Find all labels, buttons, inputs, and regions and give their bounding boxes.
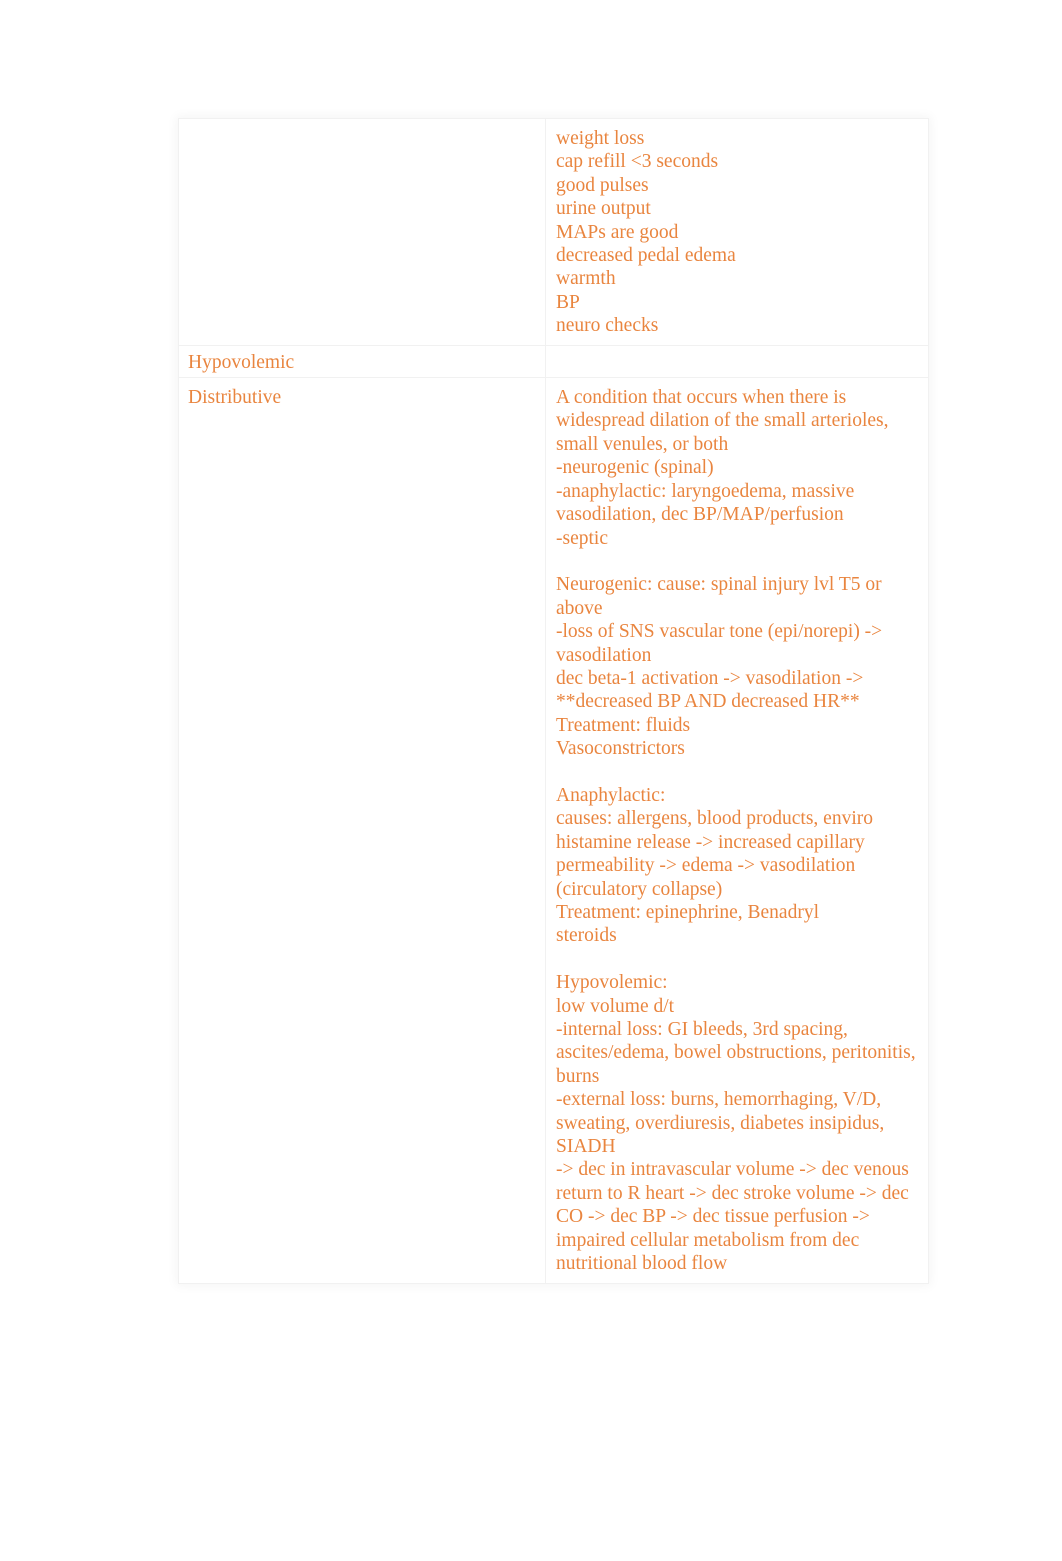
table-cell-definition: A condition that occurs when there is wi…	[545, 377, 929, 1284]
term-text: Distributive	[188, 387, 282, 409]
table-cell-term: Hypovolemic	[178, 344, 546, 379]
table-row: Hypovolemic	[178, 344, 929, 379]
definition-text: A condition that occurs when there is wi…	[556, 387, 916, 1275]
definition-text: weight loss cap refill <3 seconds good p…	[556, 128, 736, 337]
table-cell-definition	[545, 344, 929, 379]
table-cell-term: Distributive	[178, 377, 546, 1284]
definition-text	[546, 346, 928, 354]
term-text	[179, 119, 545, 135]
table-row: weight loss cap refill <3 seconds good p…	[178, 118, 929, 346]
notes-table-body: weight loss cap refill <3 seconds good p…	[178, 118, 929, 1284]
notes-table: weight loss cap refill <3 seconds good p…	[178, 118, 929, 1284]
term-text: Hypovolemic	[188, 351, 295, 373]
table-row: Distributive A condition that occurs whe…	[178, 377, 929, 1284]
table-cell-definition: weight loss cap refill <3 seconds good p…	[545, 118, 929, 346]
table-cell-term	[178, 118, 546, 346]
document-page: weight loss cap refill <3 seconds good p…	[0, 0, 1062, 1561]
